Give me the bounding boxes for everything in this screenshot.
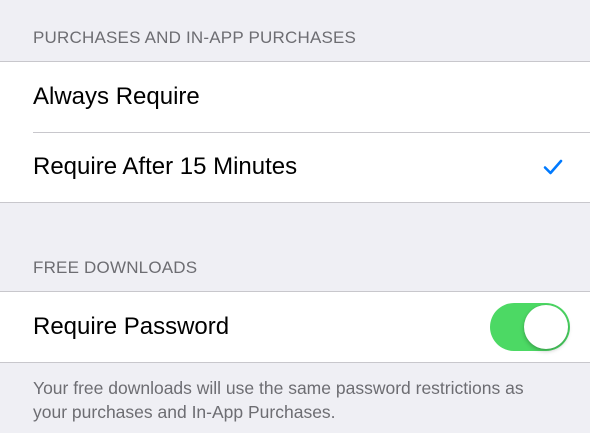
option-label: Always Require bbox=[33, 83, 200, 110]
require-password-label: Require Password bbox=[33, 313, 230, 340]
option-always-require[interactable]: Always Require bbox=[0, 62, 590, 132]
free-downloads-group: Require Password bbox=[0, 291, 590, 363]
purchases-options-group: Always Require Require After 15 Minutes bbox=[0, 61, 590, 203]
option-label: Require After 15 Minutes bbox=[33, 153, 298, 180]
free-downloads-footer-note: Your free downloads will use the same pa… bbox=[33, 378, 524, 422]
checkmark-icon bbox=[542, 156, 564, 178]
password-settings-page: PURCHASES AND IN-APP PURCHASES Always Re… bbox=[0, 0, 590, 433]
option-require-after-15-minutes[interactable]: Require After 15 Minutes bbox=[0, 132, 590, 202]
purchases-section-header: PURCHASES AND IN-APP PURCHASES bbox=[33, 28, 357, 47]
require-password-row: Require Password bbox=[0, 292, 590, 362]
require-password-toggle[interactable] bbox=[490, 303, 570, 351]
toggle-knob bbox=[524, 305, 568, 349]
free-downloads-section-header: FREE DOWNLOADS bbox=[33, 258, 198, 277]
